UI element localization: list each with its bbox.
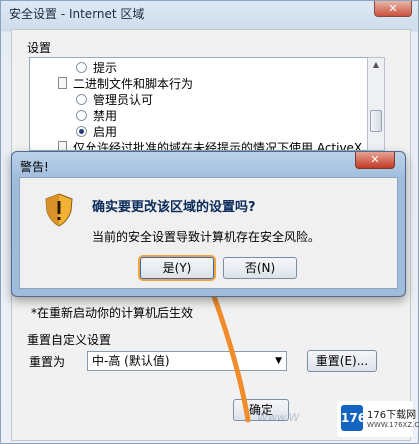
list-item[interactable]: 二进制文件和脚本行为 [58, 76, 193, 92]
restart-note: *在重新启动你的计算机后生效 [31, 306, 194, 320]
scroll-thumb[interactable] [370, 110, 382, 132]
warning-shield-icon [45, 193, 73, 227]
list-item[interactable]: 仅允许经过批准的域在未经提示的情况下使用 ActiveX [58, 140, 363, 151]
reset-button[interactable]: 重置(E)... [307, 350, 377, 372]
logo-subtext: WWW.176XZ.COM [367, 421, 419, 429]
chevron-down-icon: ▼ [275, 356, 282, 366]
list-item[interactable]: 禁用 [76, 108, 117, 124]
dialog-message: 当前的安全设置导致计算机存在安全风险。 [92, 230, 321, 244]
document-icon [58, 77, 67, 89]
list-item-label: 禁用 [93, 109, 118, 123]
list-item-label: 启用 [93, 125, 118, 139]
watermark-text: Www.W [257, 411, 300, 424]
dialog-body: 确实要更改该区域的设置吗? 当前的安全设置导致计算机存在安全风险。 是(Y) 否… [19, 177, 398, 289]
no-button[interactable]: 否(N) [223, 257, 297, 279]
settings-scrollbar[interactable]: ▲ [367, 57, 385, 151]
logo-badge: 176 [341, 405, 366, 431]
reset-level-value: 中-高 (默认值) [92, 354, 170, 368]
reset-to-label: 重置为 [29, 355, 66, 369]
window-close-button[interactable]: ✕ [374, 1, 412, 17]
document-icon [58, 141, 67, 150]
radio-icon[interactable] [76, 62, 87, 73]
settings-group-label: 设置 [27, 41, 52, 55]
list-item[interactable]: 管理员认可 [76, 92, 153, 108]
dialog-headline: 确实要更改该区域的设置吗? [92, 200, 256, 215]
radio-icon[interactable] [76, 110, 87, 121]
warning-dialog: 警告! ✕ 确实要更改该区域的设置吗? 当前的安全设置导致计算机存在安全风险。 … [11, 151, 406, 297]
yes-button[interactable]: 是(Y) [140, 257, 214, 279]
list-item-label: 提示 [93, 61, 118, 75]
settings-list[interactable]: 提示二进制文件和脚本行为管理员认可禁用启用仅允许经过批准的域在未经提示的情况下使… [29, 57, 385, 151]
reset-section-label: 重置自定义设置 [27, 333, 112, 347]
dialog-title: 警告! [20, 160, 49, 174]
radio-checked-icon[interactable] [76, 126, 87, 137]
list-item-label: 管理员认可 [93, 93, 154, 107]
list-item[interactable]: 提示 [76, 60, 117, 76]
site-logo: 176 176下载网 WWW.176XZ.COM [337, 401, 419, 437]
reset-level-select[interactable]: 中-高 (默认值) ▼ [87, 351, 287, 371]
logo-text: 176下载网 [367, 410, 417, 421]
window-title: 安全设置 - Internet 区域 [9, 7, 145, 21]
list-item[interactable]: 启用 [76, 124, 117, 140]
scroll-up-icon[interactable]: ▲ [370, 60, 382, 72]
list-item-label: 仅允许经过批准的域在未经提示的情况下使用 ActiveX [73, 141, 363, 151]
dialog-close-button[interactable]: ✕ [355, 152, 395, 169]
radio-icon[interactable] [76, 94, 87, 105]
list-item-label: 二进制文件和脚本行为 [73, 77, 194, 91]
